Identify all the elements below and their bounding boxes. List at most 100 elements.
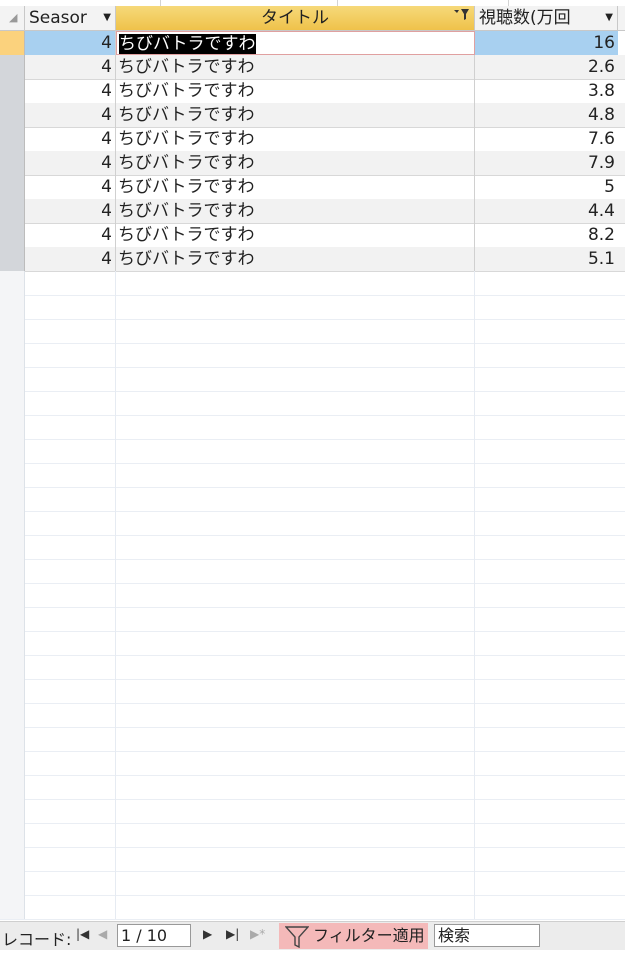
column-header-label: 視聴数(万回 — [479, 8, 571, 28]
views-cell[interactable]: 4.4 — [475, 199, 618, 223]
record-selector[interactable] — [0, 247, 25, 271]
table-row[interactable]: 4 ちびバトラですわ 4.8 — [0, 103, 625, 128]
filter-applied-button[interactable]: フィルター適用 — [279, 923, 428, 949]
column-header-views[interactable]: 視聴数(万回 ▼ — [475, 6, 618, 30]
empty-cell — [25, 799, 116, 823]
empty-cell — [116, 655, 475, 679]
empty-cell — [116, 463, 475, 487]
filter-dropdown-icon[interactable] — [452, 6, 470, 30]
table-row[interactable]: 4 ちびバトラですわ 3.8 — [0, 79, 625, 104]
funnel-icon — [284, 926, 310, 956]
empty-cell — [116, 559, 475, 583]
table-row[interactable]: 4 ちびバトラですわ 7.9 — [0, 151, 625, 176]
empty-row — [0, 583, 625, 608]
record-selector — [0, 391, 25, 415]
empty-cell — [116, 367, 475, 391]
title-cell[interactable]: ちびバトラですわ — [116, 31, 475, 55]
select-all-corner[interactable]: ◢ — [0, 6, 25, 30]
views-cell[interactable]: 5.1 — [475, 247, 618, 271]
empty-row — [0, 463, 625, 488]
record-selector[interactable] — [0, 127, 25, 151]
search-input[interactable]: 検索 — [434, 924, 540, 947]
table-row[interactable]: 4 ちびバトラですわ 4.4 — [0, 199, 625, 224]
dropdown-arrow-icon[interactable]: ▼ — [103, 6, 111, 30]
views-cell[interactable]: 7.9 — [475, 151, 618, 175]
record-selector[interactable] — [0, 223, 25, 247]
title-cell[interactable]: ちびバトラですわ — [116, 79, 475, 103]
record-selector[interactable] — [0, 151, 25, 175]
table-row[interactable]: 4 ちびバトラですわ 5 — [0, 175, 625, 200]
title-cell[interactable]: ちびバトラですわ — [116, 199, 475, 223]
column-header-season[interactable]: Seasor ▼ — [25, 6, 116, 30]
season-cell[interactable]: 4 — [25, 79, 116, 103]
record-position-input[interactable]: 1 / 10 — [117, 924, 191, 947]
record-selector — [0, 679, 25, 703]
views-cell[interactable]: 3.8 — [475, 79, 618, 103]
season-cell[interactable]: 4 — [25, 199, 116, 223]
record-selector[interactable] — [0, 103, 25, 127]
empty-cell — [116, 823, 475, 847]
empty-cell — [25, 847, 116, 871]
views-cell[interactable]: 7.6 — [475, 127, 618, 151]
season-cell[interactable]: 4 — [25, 151, 116, 175]
title-cell[interactable]: ちびバトラですわ — [116, 103, 475, 127]
empty-cell — [25, 271, 116, 295]
record-selector[interactable] — [0, 55, 25, 79]
record-selector — [0, 367, 25, 391]
season-cell[interactable]: 4 — [25, 175, 116, 199]
views-cell[interactable]: 16 — [475, 31, 618, 55]
empty-cell — [116, 799, 475, 823]
empty-cell — [25, 463, 116, 487]
views-cell[interactable]: 4.8 — [475, 103, 618, 127]
season-cell[interactable]: 4 — [25, 31, 116, 55]
dropdown-arrow-icon[interactable]: ▼ — [605, 6, 613, 30]
empty-row — [0, 703, 625, 728]
empty-row — [0, 415, 625, 440]
title-cell-selected-text: ちびバトラですわ — [119, 34, 256, 54]
column-header-title[interactable]: タイトル — [116, 6, 475, 30]
empty-cell — [116, 895, 475, 919]
record-selector — [0, 511, 25, 535]
empty-row — [0, 799, 625, 824]
new-record-icon[interactable]: ▶* — [250, 927, 265, 941]
record-navigation-bar: レコード: |◀ ◀ 1 / 10 ▶ ▶| ▶* フィルター適用 検索 — [0, 921, 625, 950]
empty-cell — [25, 415, 116, 439]
next-record-icon[interactable]: ▶ — [203, 927, 212, 941]
title-cell[interactable]: ちびバトラですわ — [116, 175, 475, 199]
title-cell[interactable]: ちびバトラですわ — [116, 55, 475, 79]
record-selector — [0, 415, 25, 439]
empty-row — [0, 655, 625, 680]
empty-cell — [116, 271, 475, 295]
empty-row — [0, 295, 625, 320]
season-cell[interactable]: 4 — [25, 223, 116, 247]
table-row[interactable]: 4 ちびバトラですわ 8.2 — [0, 223, 625, 248]
record-selector[interactable] — [0, 79, 25, 103]
table-row[interactable]: 4 ちびバトラですわ 7.6 — [0, 127, 625, 152]
previous-record-icon[interactable]: ◀ — [98, 927, 107, 941]
views-cell[interactable]: 2.6 — [475, 55, 618, 79]
last-record-icon[interactable]: ▶| — [226, 927, 239, 941]
first-record-icon[interactable]: |◀ — [76, 927, 89, 941]
empty-row — [0, 895, 625, 920]
title-cell[interactable]: ちびバトラですわ — [116, 223, 475, 247]
season-cell[interactable]: 4 — [25, 247, 116, 271]
season-cell[interactable]: 4 — [25, 103, 116, 127]
table-row[interactable]: 4 ちびバトラですわ 5.1 — [0, 247, 625, 272]
table-row[interactable]: 4 ちびバトラですわ 2.6 — [0, 55, 625, 80]
season-cell[interactable]: 4 — [25, 127, 116, 151]
empty-row — [0, 487, 625, 512]
empty-row — [0, 751, 625, 776]
views-cell[interactable]: 5 — [475, 175, 618, 199]
title-cell[interactable]: ちびバトラですわ — [116, 127, 475, 151]
season-cell[interactable]: 4 — [25, 55, 116, 79]
record-selector[interactable] — [0, 175, 25, 199]
record-selector[interactable] — [0, 31, 25, 55]
empty-cell — [116, 415, 475, 439]
table-row[interactable]: 4 ちびバトラですわ 16 — [0, 31, 625, 56]
record-selector — [0, 703, 25, 727]
views-cell[interactable]: 8.2 — [475, 223, 618, 247]
record-selector[interactable] — [0, 199, 25, 223]
title-cell[interactable]: ちびバトラですわ — [116, 151, 475, 175]
title-cell[interactable]: ちびバトラですわ — [116, 247, 475, 271]
record-selector — [0, 535, 25, 559]
